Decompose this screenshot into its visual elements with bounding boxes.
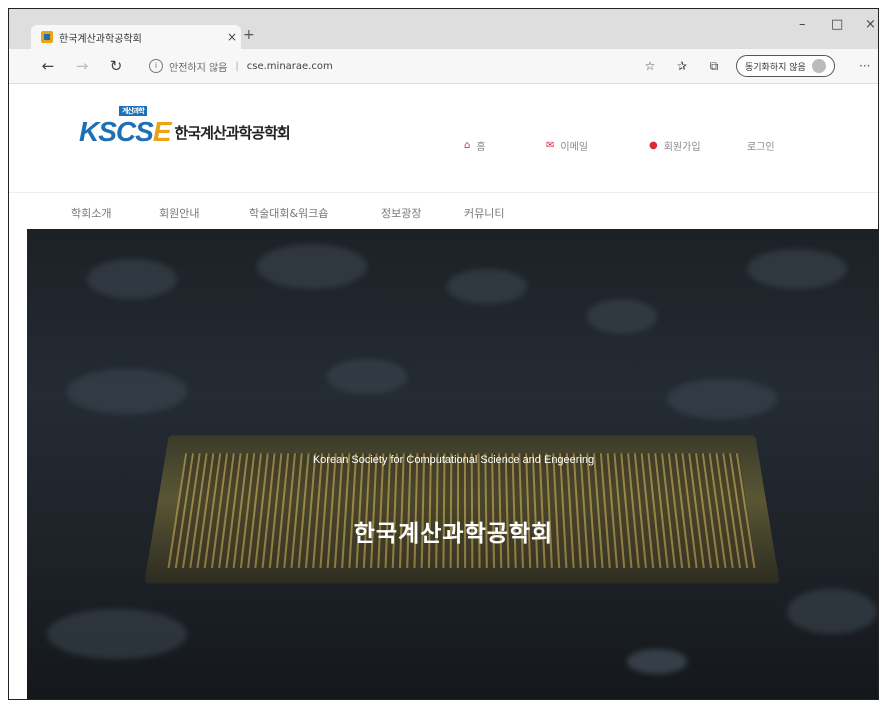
sync-button[interactable]: 동기화하지 않음 [736,55,835,77]
site-logo[interactable]: 계산과학 KSCSE 한국계산과학공학회 [79,106,291,148]
mail-icon: ✉ [546,140,555,151]
logo-letter-k: K [79,116,99,147]
background-shape [787,589,877,634]
user-icon: ● [649,140,658,151]
favorite-star-icon[interactable]: ☆ [639,59,661,73]
reload-icon[interactable]: ↻ [105,57,127,75]
main-navigation: 학회소개 회원안내 학술대회&워크숍 정보광장 커뮤니티 [9,192,878,233]
logo-name: 한국계산과학공학회 [174,123,291,142]
hero-subtitle: Korean Society for Computational Science… [312,454,595,466]
hero-headline: 한국계산과학공학회 [353,521,554,547]
browser-toolbar: ← → ↻ i 안전하지 않음 | cse.minarae.com ☆ ✰ ⧉ … [9,49,878,84]
favorites-icon[interactable]: ✰ [671,59,693,73]
background-shape [747,249,847,289]
window-close-icon[interactable]: × [865,17,876,32]
more-icon[interactable]: ··· [859,59,870,73]
background-shape [627,649,687,674]
background-shape [447,269,527,304]
logo-letters-scs: SCS [98,116,154,147]
forward-icon[interactable]: → [71,57,93,75]
nav-item-info[interactable]: 정보광장 [381,205,421,221]
site-header: 계산과학 KSCSE 한국계산과학공학회 ⌂ 홈 ✉ 이메일 ● 회원가입 로그… [9,84,878,220]
background-shape [257,244,367,289]
new-tab-icon[interactable]: + [243,27,255,43]
background-shape [67,369,187,414]
logo-badge: 계산과학 [119,106,147,116]
tab-title: 한국계산과학공학회 [59,33,142,45]
top-link-email[interactable]: ✉ 이메일 [546,138,588,153]
security-status: 안전하지 않음 [169,62,228,74]
logo-letter-e: E [152,116,172,147]
nav-item-community[interactable]: 커뮤니티 [464,205,504,221]
maximize-icon[interactable]: □ [831,17,843,32]
top-link-label: 로그인 [747,142,775,153]
hero-banner: Korean Society for Computational Science… [27,229,878,699]
tab-close-icon[interactable]: × [223,30,241,44]
browser-tab[interactable]: 한국계산과학공학회 × [31,25,241,49]
top-link-home[interactable]: ⌂ 홈 [464,138,486,153]
background-shape [587,299,657,334]
background-shape [667,379,777,419]
top-link-signup[interactable]: ● 회원가입 [649,138,701,153]
minimize-icon[interactable]: – [799,17,806,32]
top-link-label: 홈 [476,142,486,153]
back-icon[interactable]: ← [37,57,59,75]
background-shape [47,609,187,659]
top-link-label: 이메일 [560,142,588,153]
browser-window: 한국계산과학공학회 × + – □ × ← → ↻ i 안전하지 않음 | cs… [8,8,879,700]
address-separator: | [235,60,239,72]
tab-strip: 한국계산과학공학회 × + – □ × [9,9,878,49]
top-link-label: 회원가입 [663,142,701,153]
collections-icon[interactable]: ⧉ [703,59,725,74]
info-icon[interactable]: i [149,59,163,73]
site-favicon-icon [41,31,53,43]
avatar-icon [811,59,826,73]
background-shape [327,359,407,394]
home-icon: ⌂ [464,140,471,151]
sync-button-label: 동기화하지 않음 [745,62,806,73]
nav-item-membership[interactable]: 회원안내 [159,205,199,221]
chip-pins [167,453,757,568]
address-bar[interactable]: i 안전하지 않음 | cse.minarae.com [149,55,333,77]
url-text[interactable]: cse.minarae.com [247,61,333,72]
background-shape [87,259,177,299]
nav-item-about[interactable]: 학회소개 [71,205,111,221]
nav-item-conference[interactable]: 학술대회&워크숍 [249,205,328,221]
logo-mark: 계산과학 KSCSE [79,106,172,148]
top-link-login[interactable]: 로그인 [747,138,775,153]
